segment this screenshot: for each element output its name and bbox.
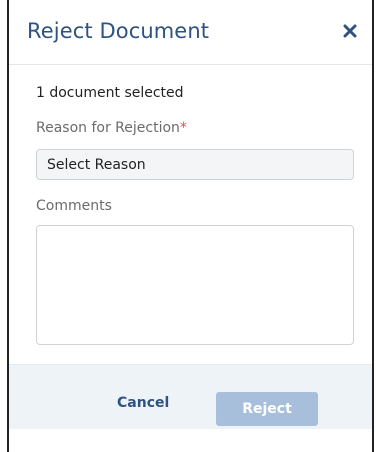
dialog-footer: Cancel Reject — [9, 364, 372, 429]
close-icon — [343, 23, 357, 42]
comments-label: Comments — [36, 198, 112, 214]
reason-label: Reason for Rejection* — [36, 120, 187, 136]
reason-label-text: Reason for Rejection — [36, 120, 180, 136]
dialog-header: Reject Document — [9, 0, 372, 65]
selected-count-text: 1 document selected — [36, 85, 184, 101]
reject-document-dialog: Reject Document 1 document selected Reas… — [7, 0, 374, 452]
comments-textarea[interactable] — [36, 225, 354, 345]
reject-button[interactable]: Reject — [216, 392, 318, 426]
reason-select[interactable]: Select Reason — [36, 149, 354, 180]
close-button[interactable] — [337, 18, 363, 46]
cancel-button[interactable]: Cancel — [117, 395, 169, 411]
required-marker: * — [179, 120, 187, 136]
dialog-title: Reject Document — [27, 19, 210, 43]
reason-select-value: Select Reason — [47, 156, 146, 173]
